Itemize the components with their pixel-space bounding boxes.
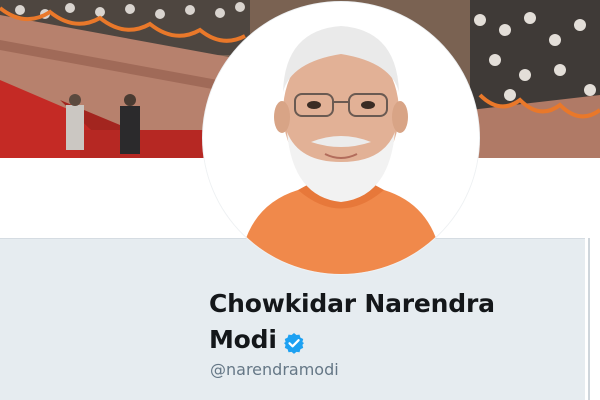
profile-page: Chowkidar Narendra Modi @narendramodi bbox=[0, 0, 600, 400]
card-divider bbox=[588, 238, 590, 400]
display-name-line1: Chowkidar Narendra bbox=[209, 289, 495, 318]
display-name-line2-row: Modi bbox=[209, 322, 549, 358]
profile-handle[interactable]: @narendramodi bbox=[210, 360, 339, 379]
profile-display-name: Chowkidar Narendra Modi bbox=[209, 286, 549, 358]
profile-avatar[interactable] bbox=[203, 2, 479, 274]
verified-badge-icon bbox=[283, 328, 305, 354]
display-name-line2: Modi bbox=[209, 325, 277, 354]
